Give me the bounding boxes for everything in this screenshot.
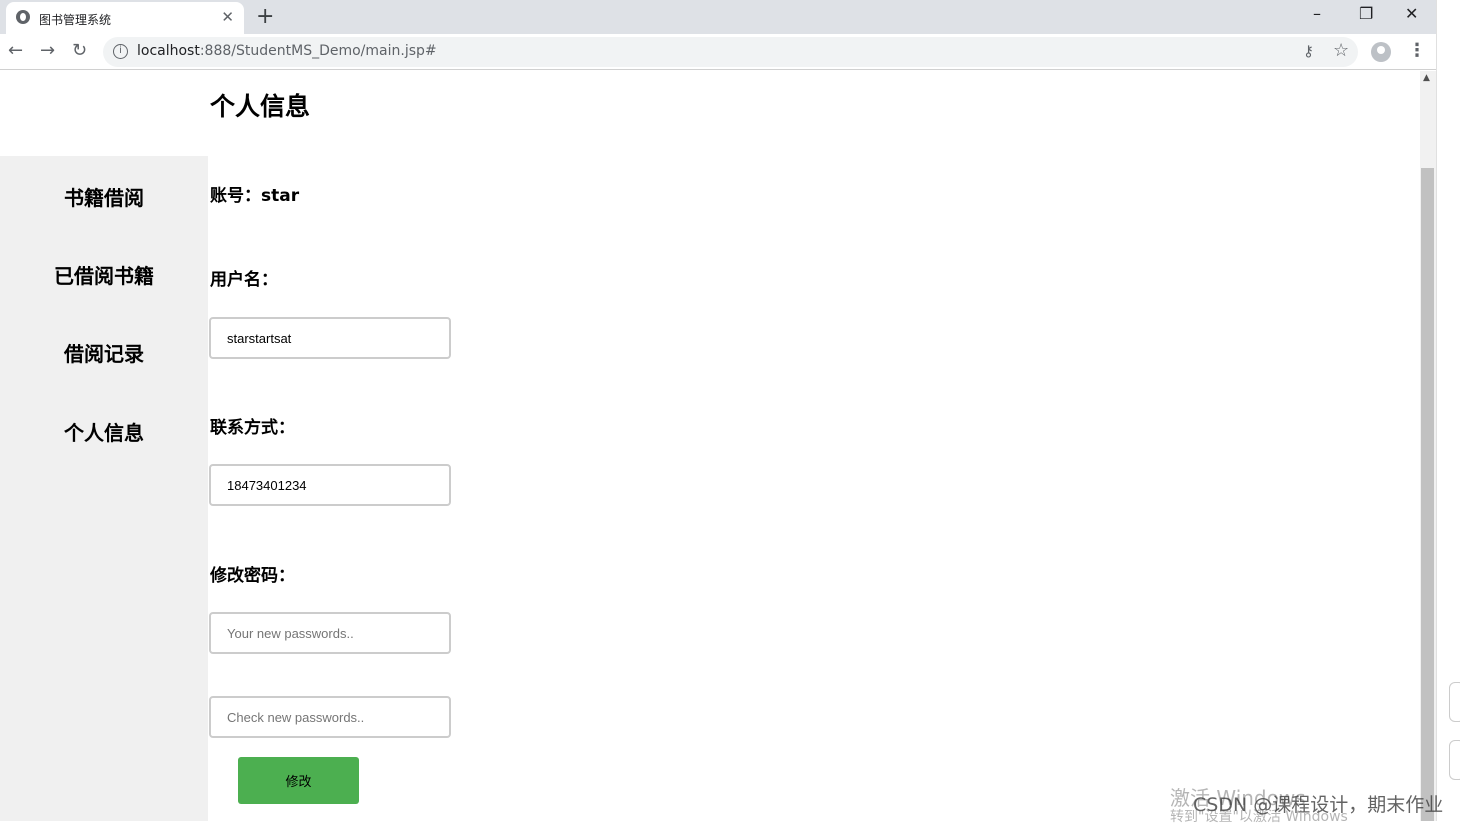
sidebar-item-borrow-records[interactable]: 借阅记录	[0, 338, 208, 367]
username-label: 用户名：	[210, 270, 278, 290]
sidebar-item-borrowed-books[interactable]: 已借阅书籍	[0, 260, 208, 289]
back-arrow-icon[interactable]: ←	[8, 40, 23, 61]
page-content: 个人信息 书籍借阅 已借阅书籍 借阅记录 个人信息 账号：star 用户名： 联…	[0, 71, 1420, 821]
contact-label: 联系方式：	[210, 418, 295, 438]
modify-button[interactable]: 修改	[238, 757, 359, 804]
browser-tab[interactable]: 图书管理系统 ✕	[6, 2, 244, 34]
account-label: 账号：star	[210, 186, 300, 206]
page-title: 个人信息	[210, 92, 311, 121]
side-widget[interactable]	[1449, 740, 1460, 780]
close-window-button[interactable]: ✕	[1405, 4, 1418, 23]
profile-avatar-icon[interactable]	[1371, 42, 1391, 62]
username-input[interactable]	[209, 317, 451, 359]
bookmark-star-icon[interactable]: ☆	[1333, 40, 1349, 61]
new-tab-button[interactable]: +	[256, 4, 274, 29]
restore-button[interactable]: ❐	[1359, 4, 1373, 23]
sidebar-item-book-borrow[interactable]: 书籍借阅	[0, 182, 208, 211]
new-password-input[interactable]	[209, 612, 451, 654]
address-bar[interactable]: i localhost:888/StudentMS_Demo/main.jsp#…	[103, 37, 1358, 67]
browser-toolbar: ← → ↻ i localhost:888/StudentMS_Demo/mai…	[0, 34, 1436, 70]
more-menu-icon[interactable]: ⋮	[1408, 40, 1426, 61]
minimize-button[interactable]: –	[1313, 4, 1321, 23]
sidebar: 书籍借阅 已借阅书籍 借阅记录 个人信息	[0, 156, 208, 821]
scroll-up-arrow-icon[interactable]: ▲	[1423, 73, 1430, 83]
globe-icon	[16, 10, 30, 24]
url-text[interactable]: localhost:888/StudentMS_Demo/main.jsp#	[137, 43, 437, 59]
info-icon[interactable]: i	[113, 44, 128, 59]
sidebar-item-personal-info[interactable]: 个人信息	[0, 417, 208, 446]
close-tab-icon[interactable]: ✕	[221, 8, 234, 26]
reload-icon[interactable]: ↻	[72, 40, 87, 61]
side-widget[interactable]	[1449, 682, 1460, 722]
confirm-password-input[interactable]	[209, 696, 451, 738]
tab-title: 图书管理系统	[39, 13, 112, 27]
browser-tab-bar: 图书管理系统 ✕ + – ❐ ✕	[0, 0, 1436, 34]
change-password-label: 修改密码：	[210, 566, 295, 586]
forward-arrow-icon[interactable]: →	[40, 40, 55, 61]
key-icon[interactable]: ⚷	[1303, 42, 1314, 60]
scrollbar-thumb[interactable]	[1421, 168, 1434, 821]
vertical-scrollbar[interactable]: ▲	[1420, 71, 1436, 821]
contact-input[interactable]	[209, 464, 451, 506]
right-edge-panel	[1436, 0, 1460, 821]
csdn-watermark: CSDN @课程设计，期末作业	[1193, 794, 1444, 816]
